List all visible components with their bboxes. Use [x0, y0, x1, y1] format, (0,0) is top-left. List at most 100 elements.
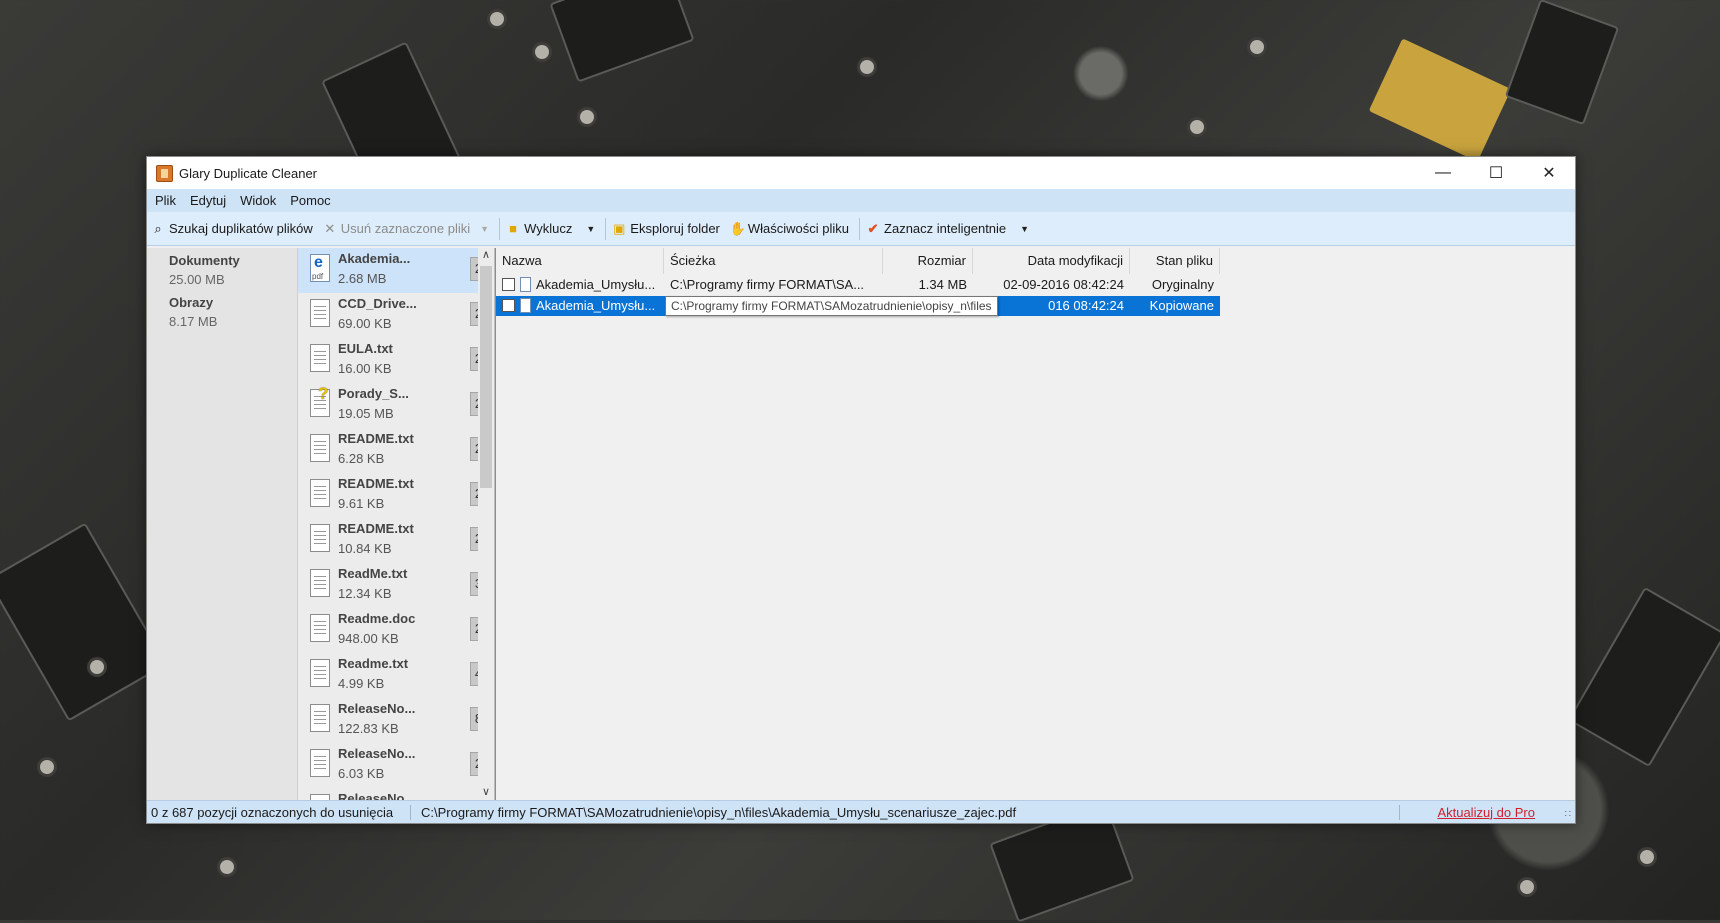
- window-title: Glary Duplicate Cleaner: [179, 165, 318, 181]
- explore-folder-button[interactable]: ▣ Eksploruj folder: [612, 221, 720, 236]
- txt-icon: [310, 434, 330, 462]
- explore-folder-icon: ▣: [613, 220, 626, 236]
- pdf-icon: [520, 298, 531, 313]
- file-list-item[interactable]: ReleaseNo...: [298, 788, 494, 800]
- pdf-icon: [310, 254, 330, 282]
- file-list-item[interactable]: README.txt 10.84 KB 2: [298, 518, 494, 563]
- pdf-icon: [520, 277, 531, 292]
- menu-plik[interactable]: Plik: [155, 193, 176, 208]
- help-file-icon: [310, 384, 330, 417]
- column-header-date[interactable]: Data modyfikacji: [973, 248, 1130, 274]
- column-header-size[interactable]: Rozmiar: [883, 248, 973, 274]
- file-list-item[interactable]: Akademia... 2.68 MB 2: [298, 248, 494, 293]
- app-icon: [156, 164, 173, 182]
- toolbar-separator: [499, 217, 501, 240]
- background-pad: [1640, 850, 1654, 864]
- menu-widok[interactable]: Widok: [240, 193, 276, 208]
- file-list-item[interactable]: Readme.doc 948.00 KB 2: [298, 608, 494, 653]
- status-file-path: C:\Programy firmy FORMAT\SAMozatrudnieni…: [421, 804, 1017, 820]
- txt-icon: [310, 749, 330, 777]
- exclude-label: Wyklucz: [524, 221, 573, 236]
- background-component: [0, 522, 168, 722]
- chevron-down-icon[interactable]: ▼: [480, 224, 489, 234]
- maximize-icon: ☐: [1488, 165, 1504, 182]
- checkmark-icon: ✔: [867, 220, 879, 236]
- file-list-item[interactable]: Readme.txt 4.99 KB 4: [298, 653, 494, 698]
- title-bar[interactable]: Glary Duplicate Cleaner — ☐ ✕: [147, 157, 1575, 189]
- file-list-item[interactable]: README.txt 6.28 KB 2: [298, 428, 494, 473]
- category-item[interactable]: Dokumenty 25.00 MB: [147, 250, 297, 292]
- category-name: Obrazy: [169, 295, 214, 310]
- menu-bar: Plik Edytuj Widok Pomoc: [147, 189, 1575, 212]
- column-header-state[interactable]: Stan pliku: [1130, 248, 1220, 274]
- properties-icon: ✋: [729, 220, 747, 236]
- background-pad: [580, 110, 594, 124]
- upgrade-to-pro-link[interactable]: Aktualizuj do Pro: [1437, 805, 1535, 820]
- search-icon: ⌕: [154, 220, 162, 236]
- menu-edytuj[interactable]: Edytuj: [190, 193, 226, 208]
- doc-icon: [310, 614, 330, 642]
- file-list-item[interactable]: EULA.txt 16.00 KB 2: [298, 338, 494, 383]
- file-list-scrollbar[interactable]: ∧ ∨: [478, 248, 494, 800]
- column-header-name[interactable]: Nazwa: [496, 248, 664, 274]
- category-panel: Dokumenty 25.00 MB Obrazy 8.17 MB: [147, 248, 298, 800]
- file-properties-button[interactable]: ✋ Właściwości pliku: [730, 221, 849, 236]
- chevron-down-icon[interactable]: ∨: [478, 785, 494, 798]
- background-pad: [90, 660, 104, 674]
- resize-grip-icon[interactable]: ∷: [1565, 809, 1571, 820]
- background-component: [549, 0, 695, 83]
- column-header-path[interactable]: Ścieżka: [664, 248, 883, 274]
- file-list-item[interactable]: ReleaseNo... 122.83 KB 8: [298, 698, 494, 743]
- menu-pomoc[interactable]: Pomoc: [290, 193, 330, 208]
- row-size: 1.34 MB: [918, 277, 967, 292]
- background-component: [1504, 0, 1620, 126]
- row-checkbox[interactable]: [502, 278, 515, 291]
- chevron-up-icon[interactable]: ∧: [478, 248, 494, 261]
- smart-select-label: Zaznacz inteligentnie: [884, 221, 1007, 236]
- row-checkbox[interactable]: [502, 299, 515, 312]
- exclude-button[interactable]: ■ Wyklucz ▼: [506, 221, 595, 236]
- delete-icon: ✕: [324, 220, 336, 236]
- file-name: ReleaseNo...: [338, 791, 416, 800]
- background-pad: [860, 60, 874, 74]
- scrollbar-thumb[interactable]: [480, 266, 492, 488]
- search-duplicates-button[interactable]: ⌕ Szukaj duplikatów plików: [151, 220, 312, 236]
- details-header: Nazwa Ścieżka Rozmiar Data modyfikacji S…: [496, 248, 1220, 274]
- path-tooltip: C:\Programy firmy FORMAT\SAMozatrudnieni…: [665, 296, 998, 316]
- txt-icon: [310, 704, 330, 732]
- main-content: Dokumenty 25.00 MB Obrazy 8.17 MB Akadem…: [147, 248, 1575, 800]
- toolbar: ⌕ Szukaj duplikatów plików ✕ Usuń zaznac…: [147, 212, 1575, 246]
- row-state: Kopiowane: [1149, 298, 1214, 313]
- txt-icon: [310, 344, 330, 372]
- upgrade-link-container: Aktualizuj do Pro: [1399, 804, 1575, 820]
- background-pad: [535, 45, 549, 59]
- background-component: [1567, 586, 1720, 768]
- category-item[interactable]: Obrazy 8.17 MB: [147, 292, 297, 334]
- file-list-item[interactable]: Porady_S... 19.05 MB 2: [298, 383, 494, 428]
- folder-icon: ■: [509, 220, 517, 236]
- toolbar-separator: [605, 217, 607, 240]
- file-list-item[interactable]: README.txt 9.61 KB 2: [298, 473, 494, 518]
- txt-icon: [310, 479, 330, 507]
- chevron-down-icon[interactable]: ▼: [586, 224, 595, 234]
- close-button[interactable]: ✕: [1523, 157, 1575, 189]
- category-size: 25.00 MB: [169, 272, 225, 287]
- app-window: Glary Duplicate Cleaner — ☐ ✕ Plik Edytu…: [146, 156, 1576, 824]
- background-pad: [220, 860, 234, 874]
- delete-selected-button[interactable]: ✕ Usuń zaznaczone pliki ▼: [323, 221, 489, 236]
- explore-folder-label: Eksploruj folder: [630, 221, 720, 236]
- maximize-button[interactable]: ☐: [1470, 157, 1522, 189]
- file-list-item[interactable]: ReadMe.txt 12.34 KB 3: [298, 563, 494, 608]
- file-list-item[interactable]: ReleaseNo... 6.03 KB 2: [298, 743, 494, 788]
- chevron-down-icon[interactable]: ▼: [1020, 224, 1029, 234]
- table-row[interactable]: Akademia_Umysłu... C:\Programy firmy FOR…: [496, 275, 1220, 295]
- minimize-icon: —: [1435, 164, 1451, 181]
- category-name: Dokumenty: [169, 253, 240, 268]
- file-list-item[interactable]: CCD_Drive... 69.00 KB 2: [298, 293, 494, 338]
- txt-icon: [310, 659, 330, 687]
- minimize-button[interactable]: —: [1417, 157, 1469, 189]
- background-pad: [40, 760, 54, 774]
- background-pad: [1520, 880, 1534, 894]
- row-path: C:\Programy firmy FORMAT\SA...: [670, 277, 865, 292]
- smart-select-button[interactable]: ✔ Zaznacz inteligentnie ▼: [866, 220, 1030, 236]
